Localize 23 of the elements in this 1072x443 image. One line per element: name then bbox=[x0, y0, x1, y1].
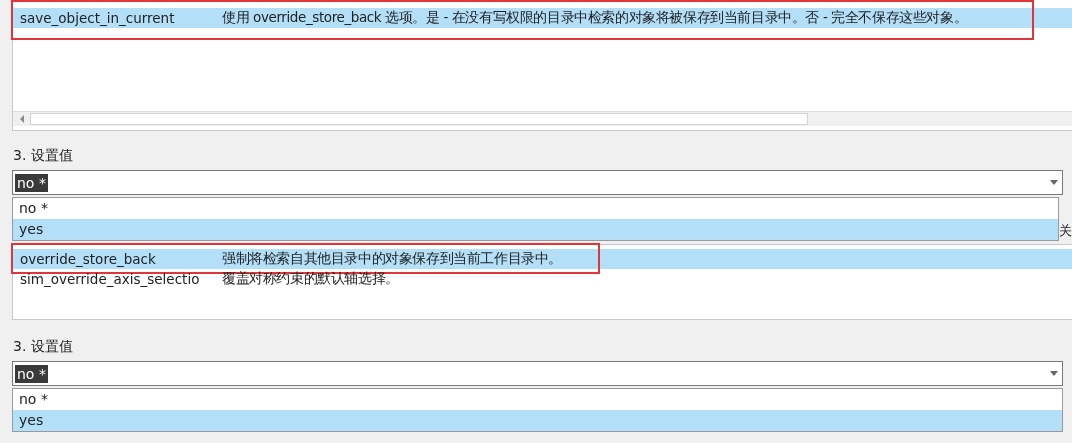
scroll-left-icon[interactable] bbox=[19, 115, 25, 123]
selected-value: no * bbox=[15, 173, 48, 192]
selected-value: no * bbox=[15, 364, 48, 383]
option-row[interactable]: override_store_back 强制将检索自其他目录中的对象保存到当前工作目录中。 bbox=[13, 249, 1072, 269]
close-button[interactable]: 关 bbox=[1059, 222, 1072, 241]
dropdown-option[interactable]: no * bbox=[13, 389, 1062, 410]
section-label: 3. 设置值 bbox=[12, 146, 74, 165]
option-name: sim_override_axis_selectio bbox=[19, 271, 201, 287]
dropdown-option[interactable]: no * bbox=[13, 198, 1058, 219]
caret-icon[interactable] bbox=[1050, 371, 1058, 376]
value-dropdown[interactable]: no * bbox=[12, 170, 1063, 195]
dropdown-option[interactable]: yes bbox=[13, 410, 1062, 431]
value-dropdown[interactable]: no * bbox=[12, 361, 1063, 386]
dropdown-option[interactable]: yes bbox=[13, 219, 1058, 240]
option-description: 使用 override_store_back 选项。是 - 在没有写权限的目录中检索的对象将被保存到当前目录中。否 - 完全不保存这些对象。 bbox=[222, 9, 968, 27]
option-row[interactable]: sim_override_axis_selectio 覆盖对称约束的默认轴选择。 bbox=[13, 269, 1072, 289]
option-description: 覆盖对称约束的默认轴选择。 bbox=[222, 270, 399, 288]
caret-icon[interactable] bbox=[1050, 180, 1058, 185]
option-name: save_object_in_current bbox=[19, 10, 176, 26]
option-description: 强制将检索自其他目录中的对象保存到当前工作目录中。 bbox=[222, 250, 562, 268]
option-name: override_store_back bbox=[19, 251, 157, 267]
section-label: 3. 设置值 bbox=[12, 337, 74, 356]
option-row[interactable]: save_object_in_current 使用 override_store_back 选项。是 - 在没有写权限的目录中检索的对象将被保存到当前目录中。否 - 完全不保存这些对象。 bbox=[13, 8, 1072, 28]
